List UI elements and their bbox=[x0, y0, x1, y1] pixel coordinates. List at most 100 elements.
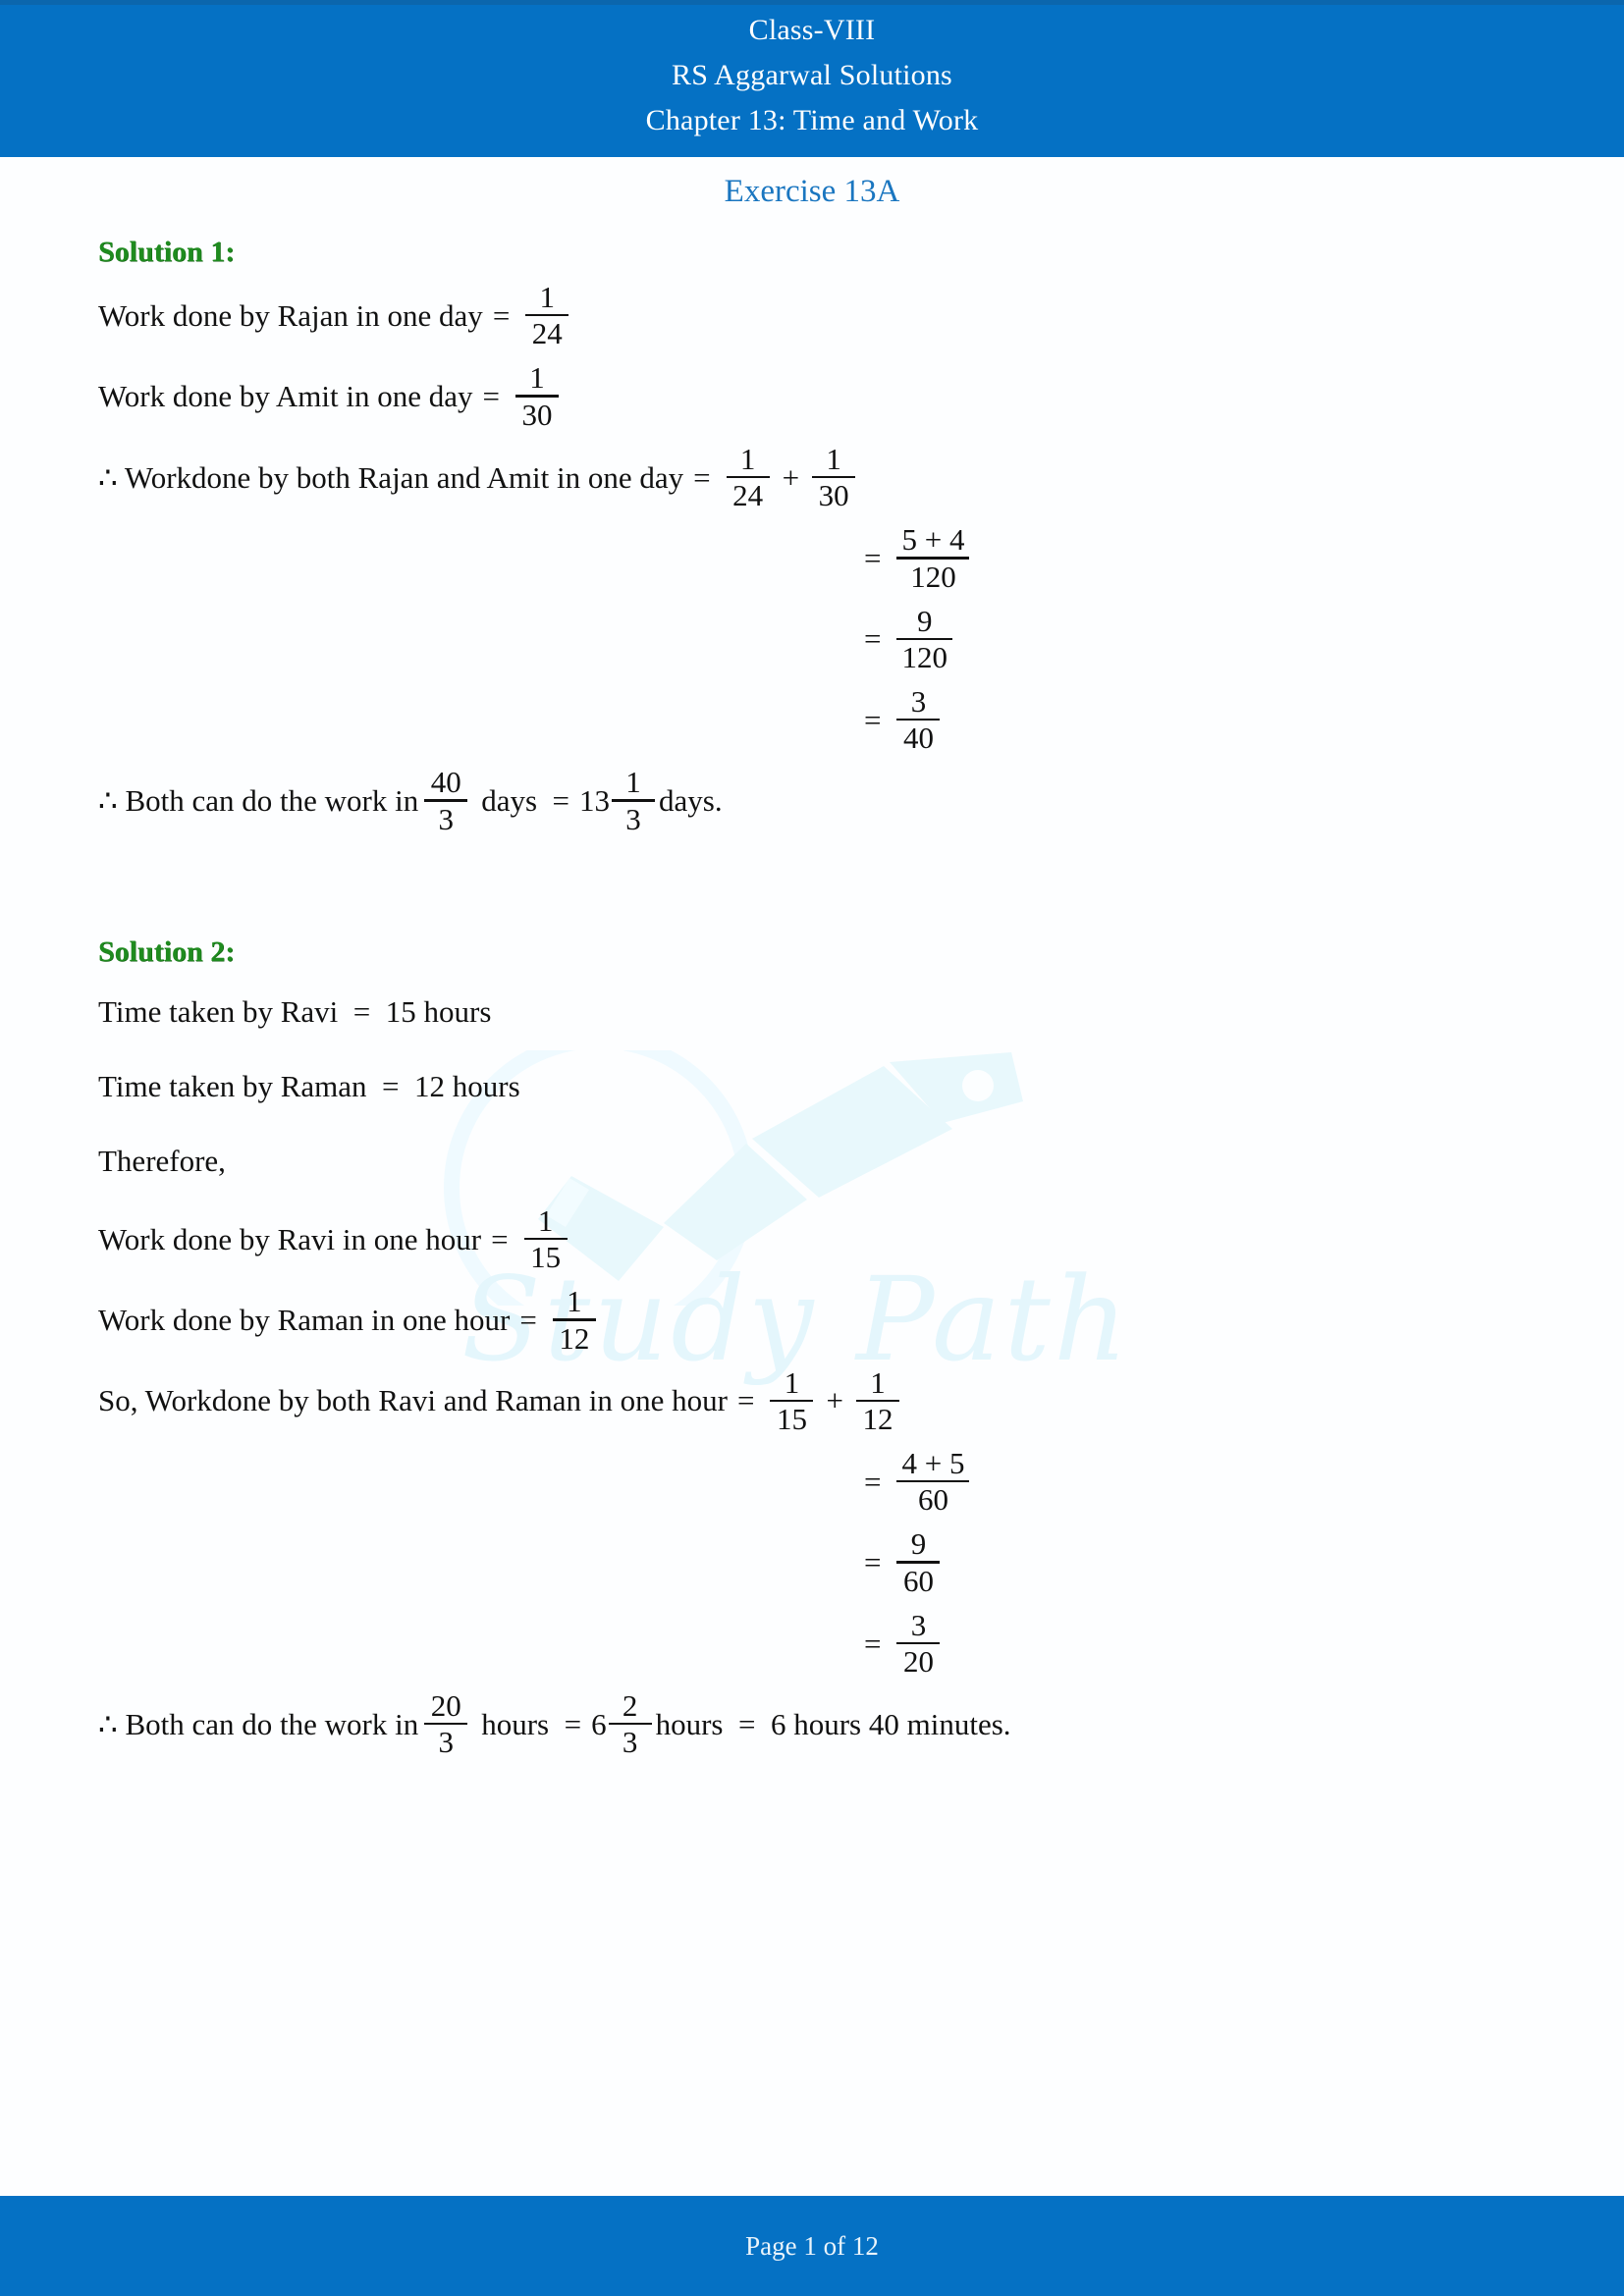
numerator: 3 bbox=[910, 1607, 927, 1642]
line-text: Time taken by Ravi = 15 hours bbox=[98, 994, 492, 1030]
fraction: 5 + 4 120 bbox=[896, 522, 970, 594]
equals-sign: = bbox=[864, 1545, 882, 1580]
conclusion-text: ∴ Both can do the work in bbox=[98, 783, 419, 819]
numerator: 9 bbox=[910, 1526, 927, 1562]
numerator: 5 + 4 bbox=[901, 522, 965, 558]
fraction: 1 3 bbox=[612, 765, 656, 836]
numerator: 1 bbox=[826, 441, 841, 476]
denominator: 120 bbox=[901, 639, 947, 674]
line-text: ∴ Workdone by both Rajan and Amit in one… bbox=[98, 459, 684, 495]
solution-line: Time taken by Ravi = 15 hours bbox=[98, 983, 1545, 1043]
equals-sign: = bbox=[864, 541, 882, 575]
header-book-title: RS Aggarwal Solutions bbox=[672, 59, 952, 91]
solution-line: = 9 60 bbox=[98, 1526, 1545, 1598]
fraction: 1 15 bbox=[523, 1205, 568, 1275]
equals-sign: = bbox=[864, 621, 882, 657]
plus-operator: + bbox=[782, 459, 800, 495]
fraction: 1 12 bbox=[552, 1284, 596, 1356]
numerator: 1 bbox=[625, 765, 641, 800]
line-text: So, Workdone by both Ravi and Raman in o… bbox=[98, 1383, 728, 1418]
numerator: 1 bbox=[870, 1364, 886, 1400]
exercise-title: Exercise 13A bbox=[724, 174, 900, 209]
page-header-band: Class-VIII RS Aggarwal Solutions Chapter… bbox=[0, 0, 1624, 157]
denominator: 24 bbox=[531, 316, 563, 351]
solution-block-1: Solution 1: Work done by Rajan in one da… bbox=[0, 236, 1624, 835]
numerator: 1 bbox=[567, 1284, 582, 1319]
conclusion-post: days. bbox=[659, 783, 723, 819]
denominator: 40 bbox=[902, 721, 934, 756]
conclusion-post: hours = 6 hours 40 minutes. bbox=[655, 1706, 1011, 1741]
solution-line: Time taken by Raman = 12 hours bbox=[98, 1057, 1545, 1118]
fraction: 9 120 bbox=[896, 606, 952, 672]
fraction: 1 12 bbox=[855, 1364, 899, 1436]
line-text: Work done by Ravi in one hour bbox=[98, 1221, 482, 1256]
page-number: Page 1 of 12 bbox=[745, 2231, 879, 2261]
equals-sign: = bbox=[492, 297, 511, 333]
equals-sign: = bbox=[864, 1626, 882, 1661]
page-footer-band: Page 1 of 12 bbox=[0, 2196, 1624, 2296]
numerator: 1 bbox=[739, 441, 756, 476]
fraction: 1 30 bbox=[515, 362, 559, 432]
solution-line: Therefore, bbox=[98, 1132, 1545, 1193]
denominator: 15 bbox=[530, 1240, 562, 1275]
solution-heading-1: Solution 1: bbox=[98, 236, 236, 268]
solution-heading-2: Solution 2: bbox=[98, 934, 236, 968]
equals-sign: = bbox=[864, 702, 882, 737]
solution-line: Work done by Ravi in one hour = 1 15 bbox=[98, 1205, 1545, 1275]
line-text: Therefore, bbox=[98, 1144, 226, 1179]
plus-operator: + bbox=[826, 1383, 843, 1418]
equals-sign: = bbox=[864, 1464, 882, 1499]
denominator: 24 bbox=[732, 478, 764, 513]
equals-sign: = bbox=[736, 1383, 755, 1418]
denominator: 12 bbox=[862, 1401, 893, 1436]
equals-sign: = bbox=[491, 1221, 509, 1256]
numerator: 40 bbox=[430, 765, 461, 800]
solution-line: Work done by Amit in one day = 1 30 bbox=[98, 362, 1545, 432]
solution-line: = 4 + 5 60 bbox=[98, 1448, 1545, 1518]
denominator: 20 bbox=[902, 1644, 934, 1680]
numerator: 20 bbox=[430, 1688, 461, 1724]
solution-line: So, Workdone by both Ravi and Raman in o… bbox=[98, 1364, 1545, 1436]
numerator: 1 bbox=[539, 280, 556, 314]
conclusion-mid: hours = bbox=[481, 1706, 582, 1741]
fraction: 4 + 5 60 bbox=[896, 1448, 970, 1518]
solution-line: = 9 120 bbox=[98, 606, 1545, 673]
denominator: 12 bbox=[559, 1320, 590, 1356]
denominator: 60 bbox=[902, 1563, 934, 1598]
mixed-whole: 13 bbox=[579, 783, 611, 819]
denominator: 3 bbox=[625, 801, 641, 836]
denominator: 15 bbox=[776, 1401, 807, 1436]
numerator: 3 bbox=[910, 683, 927, 719]
solution-line: Work done by Raman in one hour = 1 12 bbox=[98, 1284, 1545, 1356]
equals-sign: = bbox=[693, 459, 711, 495]
denominator: 30 bbox=[818, 478, 849, 513]
header-chapter-title: Chapter 13: Time and Work bbox=[645, 104, 979, 136]
header-top-rule bbox=[0, 0, 1624, 5]
denominator: 30 bbox=[521, 397, 553, 432]
solution-line: Work done by Rajan in one day = 1 24 bbox=[98, 280, 1545, 351]
mixed-whole: 6 bbox=[591, 1706, 607, 1741]
line-text: Work done by Raman in one hour bbox=[98, 1302, 511, 1337]
solution-line: = 3 20 bbox=[98, 1607, 1545, 1680]
line-text: Time taken by Raman = 12 hours bbox=[98, 1069, 520, 1104]
line-text: Work done by Amit in one day bbox=[98, 379, 473, 414]
fraction: 1 15 bbox=[770, 1364, 814, 1436]
solution-block-2: Solution 2: Time taken by Ravi = 15 hour… bbox=[0, 935, 1624, 1759]
fraction: 1 24 bbox=[726, 441, 770, 513]
denominator: 120 bbox=[910, 559, 956, 594]
fraction: 1 24 bbox=[525, 280, 569, 351]
solution-line: ∴ Workdone by both Rajan and Amit in one… bbox=[98, 441, 1545, 513]
line-text: Work done by Rajan in one day bbox=[98, 297, 483, 333]
fraction: 2 3 bbox=[608, 1690, 652, 1757]
conclusion-text: ∴ Both can do the work in bbox=[98, 1706, 419, 1741]
mixed-number: 6 2 3 bbox=[591, 1690, 656, 1758]
denominator: 60 bbox=[917, 1482, 948, 1518]
page-content: Exercise 13A Solution 1: Work done by Ra… bbox=[0, 157, 1624, 1772]
solution-line: = 3 40 bbox=[98, 683, 1545, 756]
fraction: 3 20 bbox=[896, 1607, 941, 1680]
numerator: 1 bbox=[784, 1364, 800, 1400]
conclusion-mid: days = bbox=[481, 783, 570, 819]
document-page: Class-VIII RS Aggarwal Solutions Chapter… bbox=[0, 0, 1624, 2296]
numerator: 9 bbox=[916, 603, 933, 638]
